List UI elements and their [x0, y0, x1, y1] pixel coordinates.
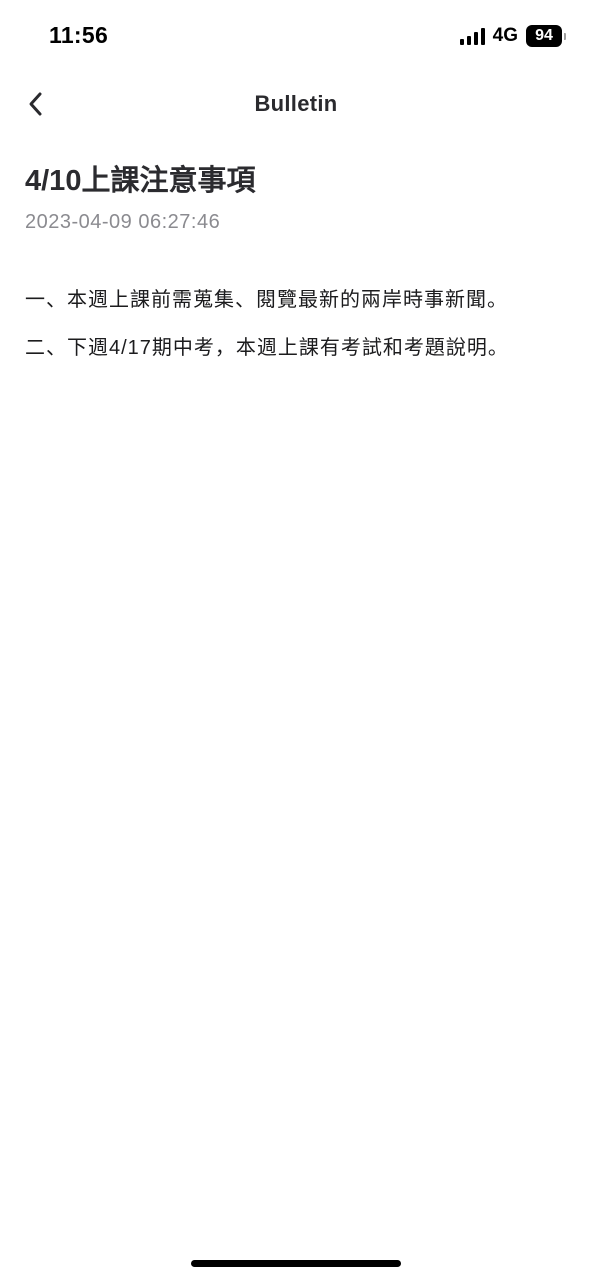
article-body: 一、本週上課前需蒐集、閱覽最新的兩岸時事新聞。 二、下週4/17期中考，本週上課… — [25, 286, 567, 362]
status-indicators: 4G 94 — [459, 25, 566, 47]
cellular-signal-icon — [459, 27, 485, 45]
article-line: 二、下週4/17期中考，本週上課有考試和考題說明。 — [25, 337, 509, 359]
battery-icon: 94 — [526, 25, 566, 47]
article-line: 一、本週上課前需蒐集、閱覽最新的兩岸時事新聞。 — [25, 289, 508, 311]
battery-tip — [564, 32, 566, 40]
article-title: 4/10上課注意事項 — [25, 165, 256, 197]
article-date: 2023-04-09 06:27:46 — [25, 211, 221, 233]
page-title: Bulletin — [254, 91, 338, 116]
bulletin-article: 4/10上課注意事項 2023-04-09 06:27:46 一、本週上課前需蒐… — [25, 160, 567, 382]
status-bar: 11:56 4G 94 — [0, 0, 592, 74]
battery-level: 94 — [526, 25, 562, 47]
status-time: 11:56 — [49, 22, 109, 48]
home-indicator[interactable] — [191, 1260, 401, 1267]
network-type-label: 4G — [492, 25, 518, 46]
navigation-bar: Bulletin — [0, 80, 592, 128]
